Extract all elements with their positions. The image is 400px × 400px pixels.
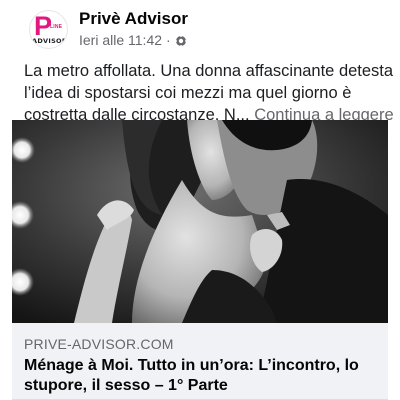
post-header: P LINE ADVISOR Privè Advisor Ieri alle 1… <box>0 0 400 56</box>
photo-couple <box>12 120 388 323</box>
meta-separator: · <box>166 32 171 48</box>
avatar[interactable]: P LINE ADVISOR <box>29 10 68 49</box>
link-domain: PRIVE-ADVISOR.COM <box>24 336 174 352</box>
link-title[interactable]: Ménage à Moi. Tutto in un’ora: L’incontr… <box>24 356 376 396</box>
post-text: La metro affollata. Una donna affascinan… <box>24 60 394 126</box>
logo-small-text: LINE <box>50 24 63 30</box>
post-meta: Ieri alle 11:42 · <box>79 32 187 48</box>
page-name[interactable]: Privè Advisor <box>79 9 188 29</box>
link-preview[interactable]: PRIVE-ADVISOR.COM Ménage à Moi. Tutto in… <box>12 323 388 400</box>
post-timestamp[interactable]: Ieri alle 11:42 <box>79 32 162 48</box>
logo-text: ADVISOR <box>32 37 68 45</box>
post-image[interactable] <box>12 120 388 323</box>
globe-icon[interactable] <box>174 34 187 47</box>
